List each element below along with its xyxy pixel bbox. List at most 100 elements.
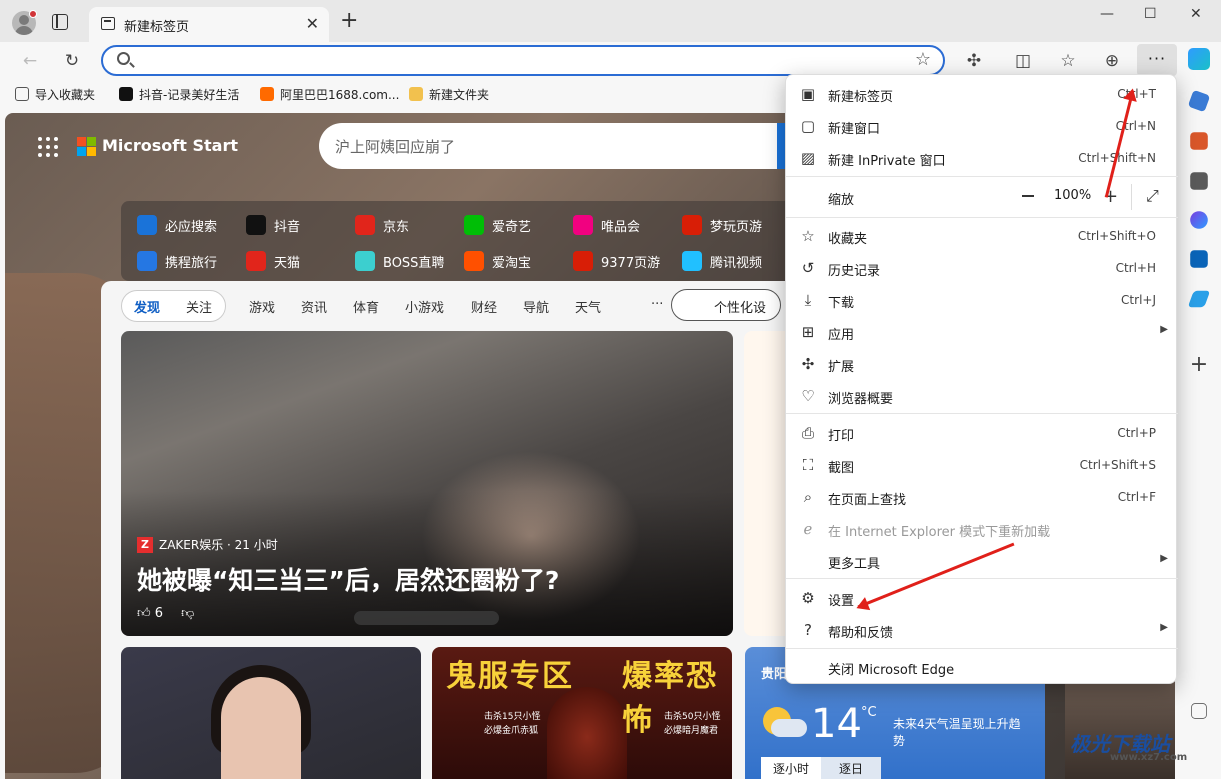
bookmark-1688[interactable]: 阿里巴巴1688.com... [260, 82, 399, 106]
history-icon: ↺ [801, 259, 815, 277]
mengwan-icon [682, 215, 702, 235]
m365-icon[interactable] [1190, 211, 1208, 229]
copilot-icon[interactable] [1188, 48, 1210, 70]
download-icon: ⤓ [804, 291, 812, 309]
tab-finance[interactable]: 财经 [471, 297, 497, 316]
zoom-out-button[interactable] [1022, 195, 1034, 197]
ad-text: 必爆暗月魔君 [664, 726, 719, 736]
menu-browser-essentials[interactable]: ♡ 浏览器概要 [786, 380, 1178, 412]
hero-card[interactable]: Z ZAKER娱乐 · 21 小时 她被曝“知三当三”后，居然还圈粉了? 👍︎ … [121, 331, 733, 636]
tag-icon[interactable] [1187, 89, 1211, 113]
more-tabs-button[interactable]: ··· [651, 297, 663, 312]
menu-help[interactable]: ? 帮助和反馈 ▶ [786, 614, 1178, 646]
collections-icon[interactable]: ⊕ [1100, 50, 1124, 72]
quick-link-label: 唯品会 [601, 219, 641, 235]
tab-daily[interactable]: 逐日 [821, 757, 881, 779]
bookmark-folder[interactable]: 新建文件夹 [409, 82, 489, 106]
add-sidebar-app-icon[interactable]: + [1188, 354, 1210, 376]
quick-link-iqiyi[interactable]: 爱奇艺 [464, 215, 531, 235]
menu-settings[interactable]: ⚙ 设置 [786, 582, 1178, 614]
tab-follow[interactable]: 关注 [186, 297, 212, 316]
thumbs-down-icon[interactable]: 👎︎ [181, 606, 194, 621]
quick-link-label: 必应搜索 [165, 219, 218, 235]
news-card-photo[interactable] [121, 647, 421, 779]
maximize-button[interactable]: ☐ [1144, 6, 1157, 22]
quick-link-tencent-video[interactable]: 腾讯视频 [682, 251, 762, 271]
like-button[interactable]: 👍︎ 6 👎︎ [137, 606, 194, 621]
extensions-toolbar-icon[interactable]: ✣ [962, 50, 986, 72]
menu-print[interactable]: ⎙ 打印 Ctrl+P [786, 417, 1178, 449]
refresh-button[interactable]: ↻ [60, 50, 84, 72]
tab-hourly[interactable]: 逐小时 [761, 757, 821, 779]
quick-link-aitaobao[interactable]: 爱淘宝 [464, 251, 531, 271]
favorites-toolbar-icon[interactable]: ☆ [1056, 50, 1080, 72]
quick-link-douyin[interactable]: 抖音 [246, 215, 300, 235]
menu-find[interactable]: ⌕ 在页面上查找 Ctrl+F [786, 481, 1178, 513]
tab-mini-games[interactable]: 小游戏 [405, 297, 444, 316]
carousel-dots[interactable] [354, 611, 499, 625]
tab-discover[interactable]: 发现 [134, 297, 160, 316]
menu-history[interactable]: ↺ 历史记录 Ctrl+H [786, 252, 1178, 284]
fullscreen-icon[interactable]: ⤢ [1146, 186, 1159, 206]
toolbox-icon[interactable] [1190, 132, 1208, 150]
tab-navigation[interactable]: 导航 [523, 297, 549, 316]
tab-actions-icon[interactable] [52, 14, 68, 30]
quick-link-jd[interactable]: 京东 [355, 215, 409, 235]
menu-close-edge[interactable]: 关闭 Microsoft Edge [786, 651, 1178, 683]
personalize-button[interactable]: 个性化设 [671, 289, 781, 321]
back-button[interactable]: ← [18, 50, 42, 72]
close-tab-icon[interactable]: ✕ [306, 14, 319, 33]
ad-image [547, 687, 627, 779]
ad-card[interactable]: 鬼服专区 爆率恐怖 击杀15只小怪 必爆金爪赤狐 击杀50只小怪 必爆暗月魔君 [432, 647, 732, 779]
page-search-input[interactable]: 沪上阿姨回应崩了 [319, 123, 789, 169]
sidebar-screenshot-icon[interactable] [1191, 703, 1207, 719]
tab-weather[interactable]: 天气 [575, 297, 601, 316]
games-icon[interactable] [1190, 172, 1208, 190]
menu-more-tools[interactable]: 更多工具 ▶ [786, 545, 1178, 577]
send-icon[interactable] [1187, 290, 1211, 308]
menu-extensions[interactable]: ✣ 扩展 [786, 348, 1178, 380]
settings-and-more-button[interactable]: ··· [1137, 44, 1177, 76]
quick-link-vip[interactable]: 唯品会 [573, 215, 640, 235]
tab-sports[interactable]: 体育 [353, 297, 379, 316]
quick-link-label: 腾讯视频 [710, 255, 763, 271]
menu-screenshot[interactable]: ⛶ 截图 Ctrl+Shift+S [786, 449, 1178, 481]
outlook-icon[interactable] [1190, 250, 1208, 268]
settings-and-more-menu: ▣新建标签页Ctrl+T ▢新建窗口Ctrl+N ▨新建 InPrivate 窗… [785, 74, 1178, 684]
bookmark-import[interactable]: 导入收藏夹 [15, 82, 95, 106]
menu-label: 收藏夹 [828, 232, 868, 247]
split-screen-icon[interactable]: ◫ [1011, 50, 1035, 72]
menu-new-tab[interactable]: ▣新建标签页Ctrl+T [786, 78, 1178, 110]
quick-link-ctrip[interactable]: 携程旅行 [137, 251, 217, 271]
bookmark-douyin[interactable]: 抖音-记录美好生活 [119, 82, 239, 106]
quick-link-bing[interactable]: 必应搜索 [137, 215, 217, 235]
quick-link-label: 爱淘宝 [492, 255, 532, 271]
weather-note: 未来4天气温呈现上升趋势 [893, 717, 1021, 748]
profile-notification-dot [29, 10, 37, 18]
tab-news[interactable]: 资讯 [301, 297, 327, 316]
brand-title: Microsoft Start [102, 136, 238, 155]
menu-apps[interactable]: ⊞ 应用 ▶ [786, 316, 1178, 348]
menu-downloads[interactable]: ⤓ 下载 Ctrl+J [786, 284, 1178, 316]
apps-grid-icon[interactable] [38, 137, 58, 157]
close-window-button[interactable]: ✕ [1190, 6, 1202, 22]
add-favorite-icon[interactable]: ☆ [915, 49, 931, 70]
quick-link-9377[interactable]: 9377页游 [573, 251, 660, 271]
search-placeholder: 沪上阿姨回应崩了 [335, 138, 456, 156]
quick-link-tmall[interactable]: 天猫 [246, 251, 300, 271]
quick-link-label: 京东 [383, 219, 410, 235]
minimize-button[interactable]: — [1100, 6, 1114, 22]
9377-icon [573, 251, 593, 271]
extensions-icon: ✣ [801, 355, 815, 373]
title-bar: 新建标签页 ✕ + — ☐ ✕ [0, 0, 1221, 42]
bing-icon [137, 215, 157, 235]
tab-new-tab[interactable]: 新建标签页 ✕ [89, 7, 329, 42]
apps-icon: ⊞ [801, 323, 815, 341]
hero-title[interactable]: 她被曝“知三当三”后，居然还圈粉了? [137, 561, 559, 597]
menu-favorites[interactable]: ☆ 收藏夹 Ctrl+Shift+O [786, 220, 1178, 252]
quick-link-boss[interactable]: BOSS直聘 [355, 251, 444, 271]
quick-link-mengwan[interactable]: 梦玩页游 [682, 215, 762, 235]
address-bar[interactable]: ☆ [101, 45, 945, 76]
new-tab-button[interactable]: + [340, 10, 358, 32]
tab-games[interactable]: 游戏 [249, 297, 275, 316]
